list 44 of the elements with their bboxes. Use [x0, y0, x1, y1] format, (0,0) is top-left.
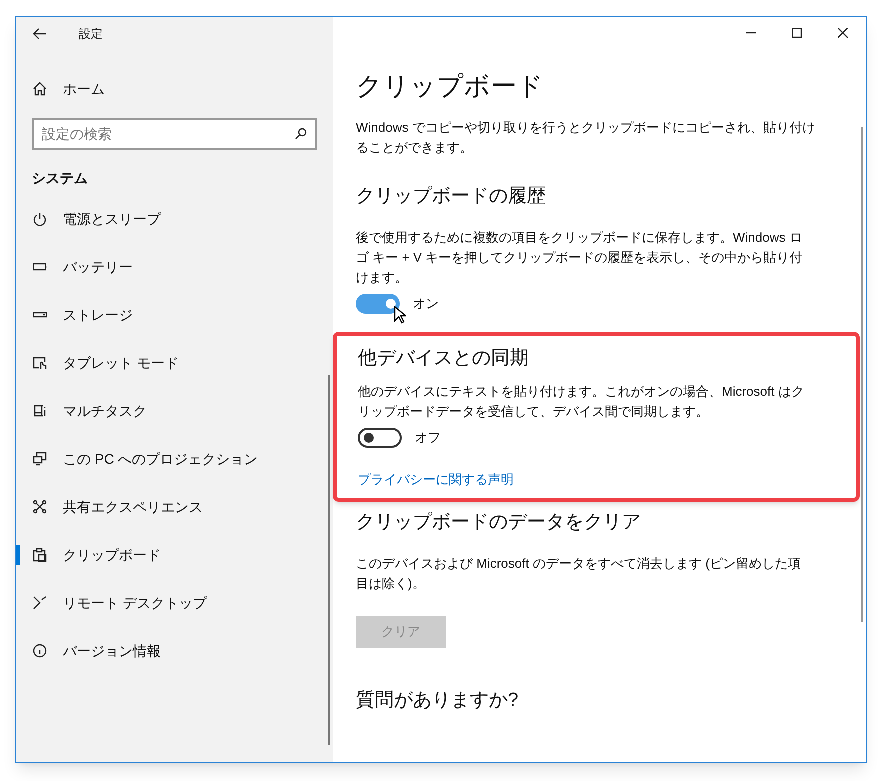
page-title: クリップボード	[356, 70, 545, 103]
scrollbar[interactable]	[861, 127, 863, 622]
sidebar-item[interactable]: ストレージ	[16, 291, 333, 339]
clear-button: クリア	[356, 616, 446, 648]
sidebar-item[interactable]: バージョン情報	[16, 627, 333, 675]
toggle-switch[interactable]	[356, 294, 400, 314]
chevron-icon	[33, 596, 47, 610]
sidebar-item[interactable]: タブレット モード	[16, 339, 333, 387]
sidebar-item[interactable]: マルチタスク	[16, 387, 333, 435]
sidebar-item[interactable]: この PC へのプロジェクション	[16, 435, 333, 483]
clipboard-icon	[33, 548, 47, 562]
tablet-icon	[33, 356, 47, 370]
network-icon	[33, 500, 47, 514]
intro-text: Windows でコピーや切り取りを行うとクリップボードにコピーされ、貼り付けることができます。	[356, 119, 816, 157]
section-heading: システム	[31, 169, 89, 188]
back-arrow-icon	[33, 28, 47, 40]
sidebar-item[interactable]: リモート デスクトップ	[16, 579, 333, 627]
sidebar-item[interactable]: バッテリー	[16, 243, 333, 291]
toggle-state-label: オフ	[415, 429, 441, 448]
window-title: 設定	[79, 26, 103, 43]
multitask-icon	[33, 404, 47, 418]
home-icon	[33, 82, 47, 96]
section-heading: 質問がありますか?	[356, 688, 520, 712]
section-heading: クリップボードの履歴	[356, 185, 547, 209]
sidebar-item[interactable]: 電源とスリープ	[16, 195, 333, 243]
monitor-icon	[33, 452, 47, 466]
description-text: 後で使用するために複数の項目をクリップボードに保存します。Windows ロゴ キー + V キーを押してクリップボードの履歴を表示し、その中から貼り付けます。	[356, 229, 804, 287]
home-link[interactable]: ホーム	[63, 78, 105, 100]
section-heading: 他デバイスとの同期	[358, 347, 530, 371]
toggle-state-label: オン	[413, 295, 439, 314]
sidebar-item[interactable]: 共有エクスペリエンス	[16, 483, 333, 531]
section-heading: クリップボードのデータをクリア	[356, 510, 642, 534]
search-icon	[295, 128, 307, 140]
cursor-icon	[394, 306, 406, 324]
search-field[interactable]: 設定の検索	[32, 118, 317, 150]
info-icon	[33, 644, 47, 658]
description-text: 他のデバイスにテキストを貼り付けます。これがオンの場合、Microsoft はクリップボードデータを受信して、デバイス間で同期します。	[358, 383, 806, 421]
toggle-switch[interactable]	[358, 428, 402, 448]
privacy-link[interactable]: プライバシーに関する声明	[358, 470, 514, 490]
power-icon	[33, 212, 47, 226]
description-text: このデバイスおよび Microsoft のデータをすべて消去します (ピン留めした項目は除く)。	[356, 554, 802, 593]
close-icon[interactable]	[838, 28, 848, 38]
maximize-icon[interactable]	[792, 28, 802, 38]
scrollbar[interactable]	[328, 375, 330, 745]
